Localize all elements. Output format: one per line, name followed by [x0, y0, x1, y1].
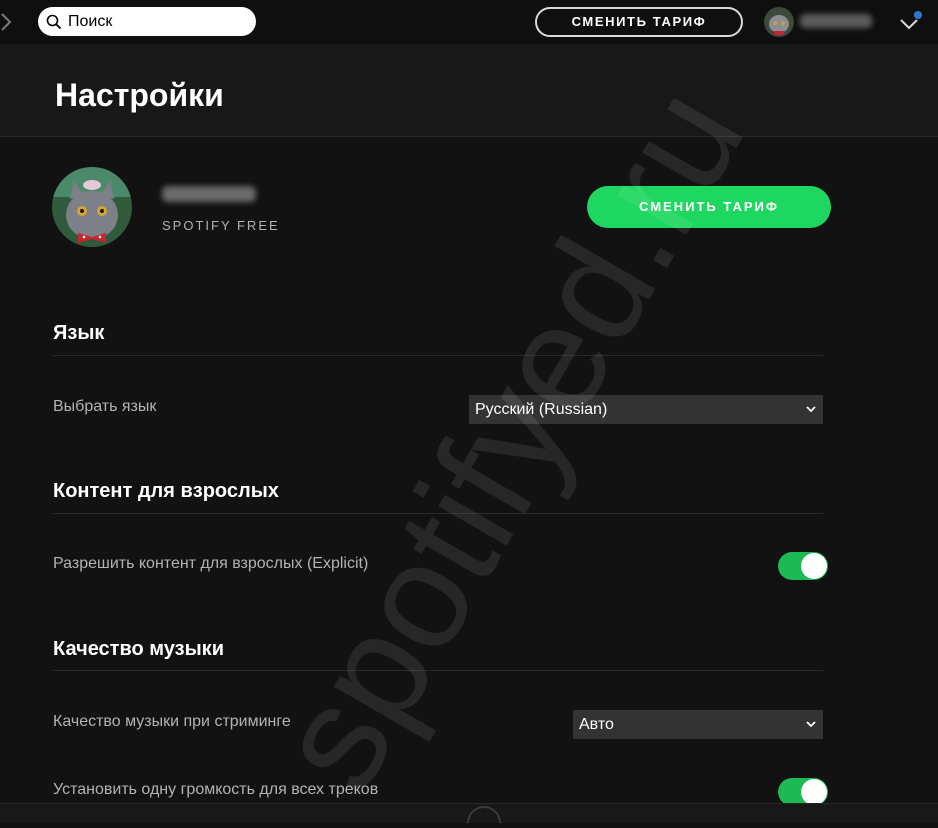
chevron-down-icon [806, 721, 816, 728]
divider [53, 355, 823, 356]
divider [53, 513, 823, 514]
notification-dot [914, 11, 922, 19]
section-title-explicit: Контент для взрослых [53, 480, 279, 502]
chevron-right-icon[interactable] [0, 10, 14, 34]
toggle-knob [801, 779, 827, 805]
plan-label: SPOTIFY FREE [162, 218, 280, 233]
top-bar: СМЕНИТЬ ТАРИФ [0, 0, 938, 44]
streaming-quality-value: Авто [579, 716, 614, 733]
section-title-quality: Качество музыки [53, 638, 224, 660]
streaming-quality-select[interactable]: Авто [573, 710, 823, 739]
explicit-toggle[interactable] [778, 552, 828, 580]
divider [53, 670, 823, 671]
normalize-volume-label: Установить одну громкость для всех треко… [53, 781, 379, 798]
page-title: Настройки [55, 77, 224, 113]
language-select[interactable]: Русский (Russian) [469, 395, 823, 424]
svg-text:spotifyed.ru: spotifyed.ru [300, 60, 775, 800]
language-select-label: Выбрать язык [53, 398, 157, 415]
player-bar [0, 803, 938, 824]
upgrade-button-top[interactable]: СМЕНИТЬ ТАРИФ [535, 7, 743, 37]
user-avatar[interactable] [764, 7, 794, 37]
normalize-volume-toggle[interactable] [778, 778, 828, 806]
profile-avatar [52, 167, 132, 247]
search-icon [46, 14, 62, 29]
section-title-language: Язык [53, 322, 105, 344]
search-input[interactable] [68, 12, 248, 31]
profile-name-blurred [162, 186, 256, 202]
username-blurred[interactable] [800, 14, 872, 28]
streaming-quality-label: Качество музыки при стриминге [53, 713, 291, 730]
chevron-down-icon [806, 406, 816, 413]
search-box[interactable] [38, 7, 256, 36]
upgrade-button[interactable]: СМЕНИТЬ ТАРИФ [587, 186, 831, 228]
explicit-toggle-label: Разрешить контент для взрослых (Explicit… [53, 555, 369, 572]
toggle-knob [801, 553, 827, 579]
language-select-value: Русский (Russian) [475, 401, 608, 418]
